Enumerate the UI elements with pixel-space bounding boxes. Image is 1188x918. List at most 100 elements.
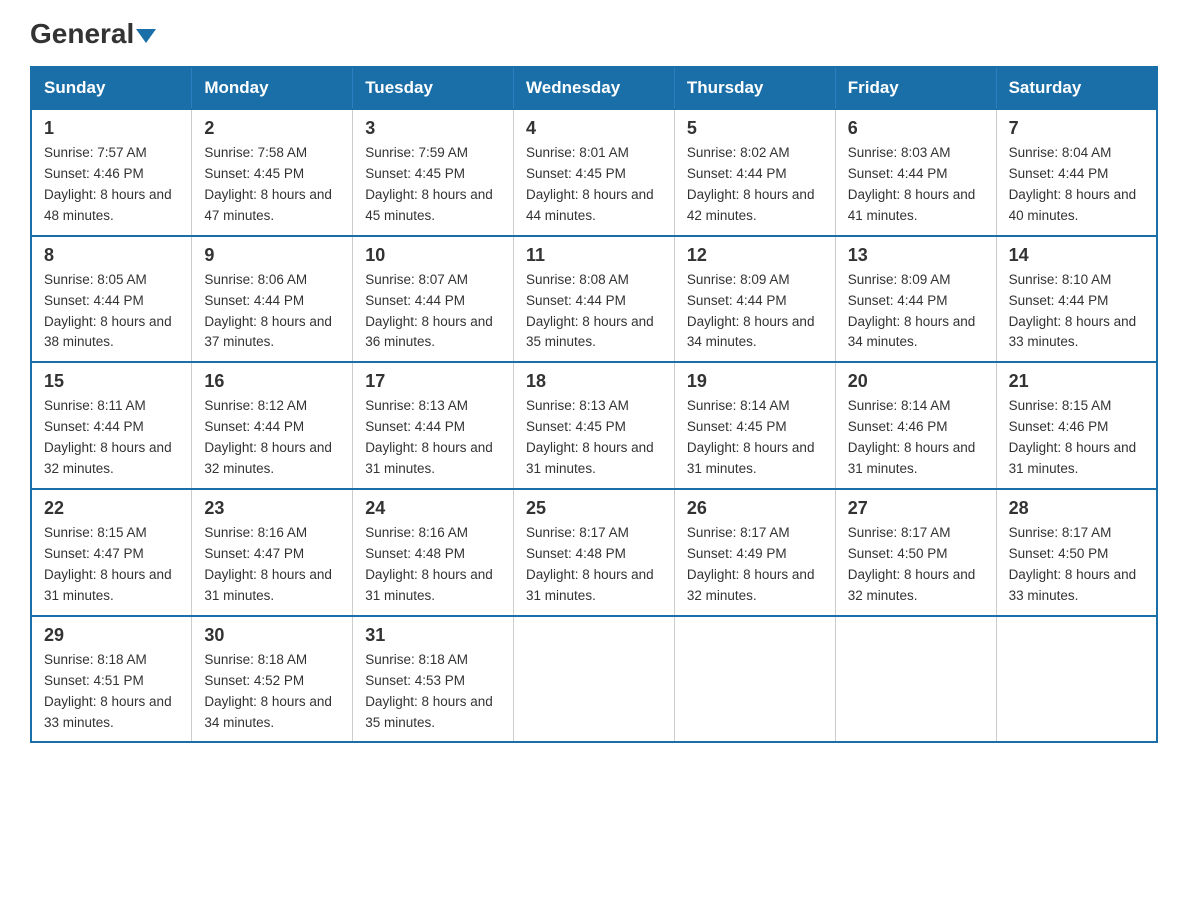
day-info: Sunrise: 8:11 AMSunset: 4:44 PMDaylight:… xyxy=(44,396,179,480)
calendar-day-cell: 3 Sunrise: 7:59 AMSunset: 4:45 PMDaylight… xyxy=(353,109,514,236)
day-info: Sunrise: 8:05 AMSunset: 4:44 PMDaylight:… xyxy=(44,270,179,354)
calendar-day-cell: 16 Sunrise: 8:12 AMSunset: 4:44 PMDayligh… xyxy=(192,362,353,489)
calendar-table: SundayMondayTuesdayWednesdayThursdayFrid… xyxy=(30,66,1158,743)
calendar-day-cell: 29 Sunrise: 8:18 AMSunset: 4:51 PMDayligh… xyxy=(31,616,192,743)
day-info: Sunrise: 7:57 AMSunset: 4:46 PMDaylight:… xyxy=(44,143,179,227)
day-info: Sunrise: 8:14 AMSunset: 4:46 PMDaylight:… xyxy=(848,396,984,480)
page-header: General xyxy=(30,20,1158,46)
day-info: Sunrise: 8:17 AMSunset: 4:48 PMDaylight:… xyxy=(526,523,662,607)
day-info: Sunrise: 7:58 AMSunset: 4:45 PMDaylight:… xyxy=(204,143,340,227)
calendar-week-row: 8 Sunrise: 8:05 AMSunset: 4:44 PMDaylight… xyxy=(31,236,1157,363)
calendar-day-cell: 10Sunrise: 8:07 AMSunset: 4:44 PMDayligh… xyxy=(353,236,514,363)
calendar-day-cell: 19 Sunrise: 8:14 AMSunset: 4:45 PMDayligh… xyxy=(674,362,835,489)
day-number: 1 xyxy=(44,118,179,139)
calendar-day-cell: 26 Sunrise: 8:17 AMSunset: 4:49 PMDayligh… xyxy=(674,489,835,616)
calendar-header-row: SundayMondayTuesdayWednesdayThursdayFrid… xyxy=(31,67,1157,109)
calendar-day-cell: 25 Sunrise: 8:17 AMSunset: 4:48 PMDayligh… xyxy=(514,489,675,616)
empty-cell xyxy=(835,616,996,743)
day-number: 12 xyxy=(687,245,823,266)
day-number: 4 xyxy=(526,118,662,139)
calendar-day-cell: 21 Sunrise: 8:15 AMSunset: 4:46 PMDayligh… xyxy=(996,362,1157,489)
day-info: Sunrise: 8:08 AMSunset: 4:44 PMDaylight:… xyxy=(526,270,662,354)
day-number: 20 xyxy=(848,371,984,392)
calendar-day-cell: 13 Sunrise: 8:09 AMSunset: 4:44 PMDayligh… xyxy=(835,236,996,363)
weekday-header-saturday: Saturday xyxy=(996,67,1157,109)
weekday-header-sunday: Sunday xyxy=(31,67,192,109)
day-number: 23 xyxy=(204,498,340,519)
day-info: Sunrise: 7:59 AMSunset: 4:45 PMDaylight:… xyxy=(365,143,501,227)
day-info: Sunrise: 8:16 AMSunset: 4:48 PMDaylight:… xyxy=(365,523,501,607)
day-number: 21 xyxy=(1009,371,1144,392)
calendar-day-cell: 11 Sunrise: 8:08 AMSunset: 4:44 PMDayligh… xyxy=(514,236,675,363)
calendar-day-cell: 1 Sunrise: 7:57 AMSunset: 4:46 PMDaylight… xyxy=(31,109,192,236)
day-number: 3 xyxy=(365,118,501,139)
empty-cell xyxy=(996,616,1157,743)
calendar-day-cell: 18 Sunrise: 8:13 AMSunset: 4:45 PMDayligh… xyxy=(514,362,675,489)
day-number: 19 xyxy=(687,371,823,392)
weekday-header-monday: Monday xyxy=(192,67,353,109)
calendar-day-cell: 14Sunrise: 8:10 AMSunset: 4:44 PMDayligh… xyxy=(996,236,1157,363)
day-number: 27 xyxy=(848,498,984,519)
calendar-day-cell: 27 Sunrise: 8:17 AMSunset: 4:50 PMDayligh… xyxy=(835,489,996,616)
day-number: 15 xyxy=(44,371,179,392)
day-info: Sunrise: 8:18 AMSunset: 4:53 PMDaylight:… xyxy=(365,650,501,734)
day-number: 5 xyxy=(687,118,823,139)
calendar-day-cell: 2Sunrise: 7:58 AMSunset: 4:45 PMDaylight… xyxy=(192,109,353,236)
weekday-header-wednesday: Wednesday xyxy=(514,67,675,109)
day-info: Sunrise: 8:15 AMSunset: 4:46 PMDaylight:… xyxy=(1009,396,1144,480)
day-number: 29 xyxy=(44,625,179,646)
day-info: Sunrise: 8:14 AMSunset: 4:45 PMDaylight:… xyxy=(687,396,823,480)
calendar-day-cell: 31Sunrise: 8:18 AMSunset: 4:53 PMDayligh… xyxy=(353,616,514,743)
day-number: 13 xyxy=(848,245,984,266)
weekday-header-tuesday: Tuesday xyxy=(353,67,514,109)
day-number: 26 xyxy=(687,498,823,519)
day-number: 9 xyxy=(204,245,340,266)
day-info: Sunrise: 8:17 AMSunset: 4:50 PMDaylight:… xyxy=(848,523,984,607)
empty-cell xyxy=(514,616,675,743)
day-info: Sunrise: 8:04 AMSunset: 4:44 PMDaylight:… xyxy=(1009,143,1144,227)
day-number: 28 xyxy=(1009,498,1144,519)
day-info: Sunrise: 8:18 AMSunset: 4:51 PMDaylight:… xyxy=(44,650,179,734)
day-info: Sunrise: 8:02 AMSunset: 4:44 PMDaylight:… xyxy=(687,143,823,227)
day-number: 8 xyxy=(44,245,179,266)
day-info: Sunrise: 8:16 AMSunset: 4:47 PMDaylight:… xyxy=(204,523,340,607)
day-info: Sunrise: 8:06 AMSunset: 4:44 PMDaylight:… xyxy=(204,270,340,354)
logo-arrow-icon xyxy=(136,29,156,43)
day-number: 14 xyxy=(1009,245,1144,266)
day-number: 6 xyxy=(848,118,984,139)
calendar-day-cell: 24 Sunrise: 8:16 AMSunset: 4:48 PMDayligh… xyxy=(353,489,514,616)
day-info: Sunrise: 8:13 AMSunset: 4:45 PMDaylight:… xyxy=(526,396,662,480)
calendar-day-cell: 28 Sunrise: 8:17 AMSunset: 4:50 PMDayligh… xyxy=(996,489,1157,616)
calendar-day-cell: 23 Sunrise: 8:16 AMSunset: 4:47 PMDayligh… xyxy=(192,489,353,616)
calendar-day-cell: 8 Sunrise: 8:05 AMSunset: 4:44 PMDaylight… xyxy=(31,236,192,363)
calendar-day-cell: 17 Sunrise: 8:13 AMSunset: 4:44 PMDayligh… xyxy=(353,362,514,489)
logo: General xyxy=(30,20,156,46)
calendar-day-cell: 20 Sunrise: 8:14 AMSunset: 4:46 PMDayligh… xyxy=(835,362,996,489)
calendar-week-row: 15 Sunrise: 8:11 AMSunset: 4:44 PMDayligh… xyxy=(31,362,1157,489)
calendar-week-row: 22Sunrise: 8:15 AMSunset: 4:47 PMDayligh… xyxy=(31,489,1157,616)
logo-general: General xyxy=(30,20,156,48)
day-info: Sunrise: 8:03 AMSunset: 4:44 PMDaylight:… xyxy=(848,143,984,227)
weekday-header-friday: Friday xyxy=(835,67,996,109)
day-number: 16 xyxy=(204,371,340,392)
day-number: 30 xyxy=(204,625,340,646)
day-info: Sunrise: 8:09 AMSunset: 4:44 PMDaylight:… xyxy=(848,270,984,354)
day-number: 25 xyxy=(526,498,662,519)
day-info: Sunrise: 8:12 AMSunset: 4:44 PMDaylight:… xyxy=(204,396,340,480)
day-number: 10 xyxy=(365,245,501,266)
day-number: 7 xyxy=(1009,118,1144,139)
weekday-header-thursday: Thursday xyxy=(674,67,835,109)
day-info: Sunrise: 8:13 AMSunset: 4:44 PMDaylight:… xyxy=(365,396,501,480)
day-number: 17 xyxy=(365,371,501,392)
day-info: Sunrise: 8:17 AMSunset: 4:49 PMDaylight:… xyxy=(687,523,823,607)
day-info: Sunrise: 8:17 AMSunset: 4:50 PMDaylight:… xyxy=(1009,523,1144,607)
calendar-day-cell: 6 Sunrise: 8:03 AMSunset: 4:44 PMDaylight… xyxy=(835,109,996,236)
calendar-day-cell: 7 Sunrise: 8:04 AMSunset: 4:44 PMDaylight… xyxy=(996,109,1157,236)
calendar-day-cell: 5 Sunrise: 8:02 AMSunset: 4:44 PMDaylight… xyxy=(674,109,835,236)
day-number: 11 xyxy=(526,245,662,266)
day-number: 18 xyxy=(526,371,662,392)
calendar-day-cell: 4 Sunrise: 8:01 AMSunset: 4:45 PMDaylight… xyxy=(514,109,675,236)
day-info: Sunrise: 8:01 AMSunset: 4:45 PMDaylight:… xyxy=(526,143,662,227)
calendar-day-cell: 9 Sunrise: 8:06 AMSunset: 4:44 PMDaylight… xyxy=(192,236,353,363)
day-number: 24 xyxy=(365,498,501,519)
